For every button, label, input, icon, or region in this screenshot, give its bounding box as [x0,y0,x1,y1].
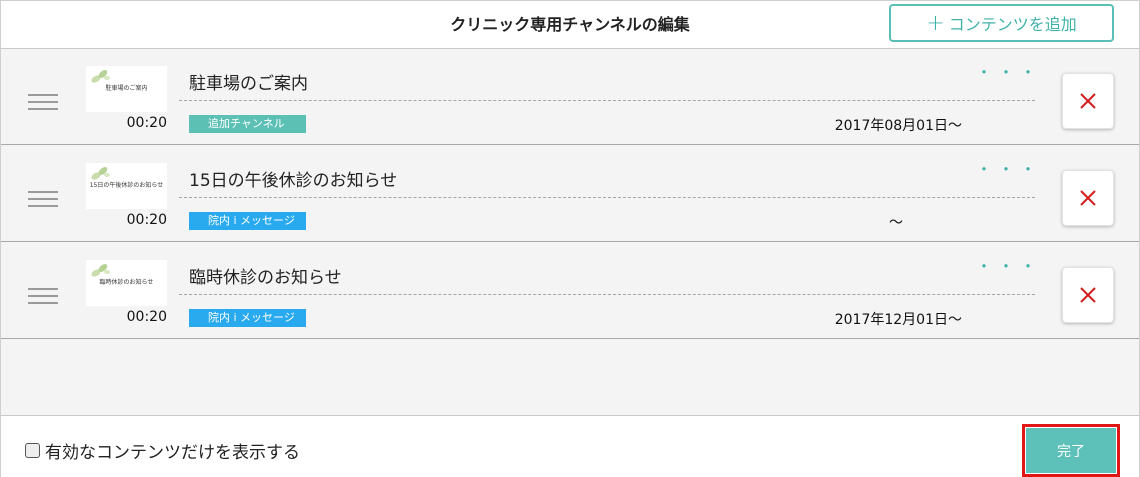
duration: 00:20 [126,309,167,325]
content-title[interactable]: 15日の午後休診のお知らせ [189,166,397,191]
active-only-label[interactable]: 有効なコンテンツだけを表示する [45,438,300,463]
content-thumbnail: 臨時休診のお知らせ [86,260,167,306]
category-badge: 追加チャンネル [189,115,306,133]
drag-handle-icon[interactable] [28,288,58,304]
add-content-label: コンテンツを追加 [948,15,1077,34]
content-row: 臨時休診のお知らせ 00:20 臨時休診のお知らせ ・・・ 院内 i メッセージ… [1,243,1139,339]
more-options-icon[interactable]: ・・・ [976,65,1042,81]
content-row: 駐車場のご案内 00:20 駐車場のご案内 ・・・ 追加チャンネル 2017年0… [1,49,1139,145]
close-icon [1080,93,1096,109]
category-badge: 院内 i メッセージ [189,309,306,327]
header-bar: クリニック専用チャンネルの編集 + コンテンツを追加 [1,1,1139,49]
delete-button[interactable] [1062,170,1114,226]
footer-bar: 有効なコンテンツだけを表示する 完了 [1,415,1139,477]
dashed-divider [179,100,1035,101]
content-list: 駐車場のご案内 00:20 駐車場のご案内 ・・・ 追加チャンネル 2017年0… [1,49,1139,415]
start-date: 2017年08月01日〜 [834,118,962,134]
leaf-decoration-icon [91,264,110,277]
category-badge: 院内 i メッセージ [189,212,306,230]
close-icon [1080,190,1096,206]
dashed-divider [179,294,1035,295]
more-options-icon[interactable]: ・・・ [976,162,1042,178]
content-thumbnail: 駐車場のご案内 [86,66,167,112]
done-button[interactable]: 完了 [1026,428,1116,473]
active-only-toggle[interactable]: 有効なコンテンツだけを表示する [25,438,300,463]
thumbnail-caption: 駐車場のご案内 [105,85,148,92]
drag-handle-icon[interactable] [28,94,58,110]
start-date: 〜 [889,215,903,231]
start-date: 2017年12月01日〜 [834,312,962,328]
content-thumbnail: 15日の午後休診のお知らせ [86,163,167,209]
plus-icon: + [926,11,945,36]
content-title[interactable]: 臨時休診のお知らせ [189,263,342,288]
content-title[interactable]: 駐車場のご案内 [189,69,308,94]
leaf-decoration-icon [91,167,110,180]
duration: 00:20 [126,212,167,228]
editor-window: クリニック専用チャンネルの編集 + コンテンツを追加 駐車場のご案内 00:20… [0,0,1140,477]
content-row: 15日の午後休診のお知らせ 00:20 15日の午後休診のお知らせ ・・・ 院内… [1,146,1139,242]
delete-button[interactable] [1062,73,1114,129]
close-icon [1080,287,1096,303]
delete-button[interactable] [1062,267,1114,323]
leaf-decoration-icon [91,70,110,83]
active-only-checkbox[interactable] [25,443,40,458]
add-content-button[interactable]: + コンテンツを追加 [889,4,1114,42]
more-options-icon[interactable]: ・・・ [976,259,1042,275]
drag-handle-icon[interactable] [28,191,58,207]
duration: 00:20 [126,115,167,131]
thumbnail-caption: 15日の午後休診のお知らせ [89,182,164,189]
dashed-divider [179,197,1035,198]
thumbnail-caption: 臨時休診のお知らせ [99,279,154,286]
